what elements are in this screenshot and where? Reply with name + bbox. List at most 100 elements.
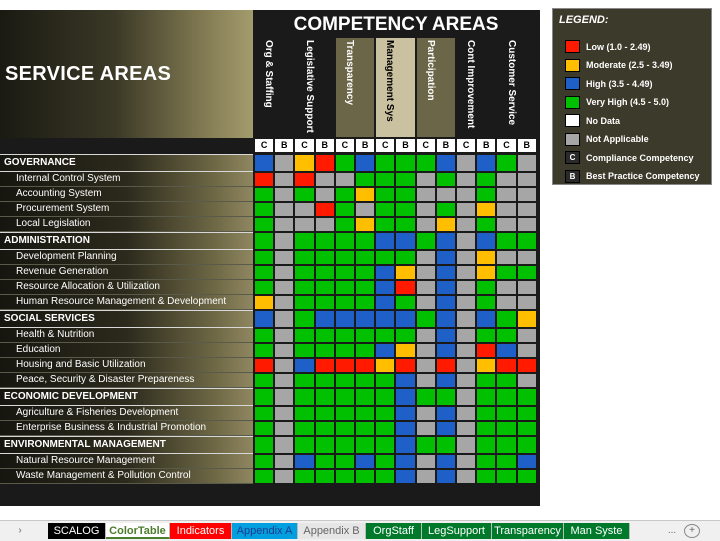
rating-cell[interactable]: [274, 265, 295, 280]
rating-cell[interactable]: [375, 358, 396, 373]
sheet-tab[interactable]: OrgStaff: [366, 523, 422, 539]
rating-cell[interactable]: [415, 202, 436, 217]
rating-cell[interactable]: [456, 202, 477, 217]
rating-cell[interactable]: [375, 187, 396, 202]
rating-cell[interactable]: [395, 280, 416, 295]
rating-cell[interactable]: [254, 406, 275, 421]
rating-cell[interactable]: [476, 154, 497, 172]
rating-cell[interactable]: [355, 202, 376, 217]
rating-cell[interactable]: [334, 388, 355, 406]
rating-cell[interactable]: [415, 436, 436, 454]
more-tabs-button[interactable]: ...: [666, 523, 678, 539]
rating-cell[interactable]: [476, 469, 497, 484]
rating-cell[interactable]: [516, 187, 537, 202]
rating-cell[interactable]: [334, 187, 355, 202]
rating-cell[interactable]: [456, 265, 477, 280]
rating-cell[interactable]: [274, 310, 295, 328]
rating-cell[interactable]: [294, 172, 315, 187]
rating-cell[interactable]: [314, 421, 335, 436]
rating-cell[interactable]: [395, 436, 416, 454]
rating-cell[interactable]: [314, 436, 335, 454]
rating-cell[interactable]: [274, 358, 295, 373]
rating-cell[interactable]: [415, 232, 436, 250]
rating-cell[interactable]: [355, 280, 376, 295]
rating-cell[interactable]: [375, 154, 396, 172]
rating-cell[interactable]: [516, 436, 537, 454]
rating-cell[interactable]: [274, 202, 295, 217]
tab-scroll-next-icon[interactable]: ›: [14, 523, 26, 539]
rating-cell[interactable]: [294, 202, 315, 217]
rating-cell[interactable]: [274, 217, 295, 232]
rating-cell[interactable]: [274, 187, 295, 202]
rating-cell[interactable]: [415, 154, 436, 172]
rating-cell[interactable]: [496, 388, 517, 406]
rating-cell[interactable]: [334, 250, 355, 265]
rating-cell[interactable]: [395, 388, 416, 406]
rating-cell[interactable]: [314, 280, 335, 295]
rating-cell[interactable]: [375, 388, 396, 406]
rating-cell[interactable]: [496, 358, 517, 373]
rating-cell[interactable]: [254, 154, 275, 172]
rating-cell[interactable]: [415, 310, 436, 328]
rating-cell[interactable]: [375, 328, 396, 343]
rating-cell[interactable]: [334, 469, 355, 484]
rating-cell[interactable]: [415, 358, 436, 373]
rating-cell[interactable]: [254, 358, 275, 373]
rating-cell[interactable]: [274, 343, 295, 358]
sheet-tab[interactable]: Appendix B: [298, 523, 366, 539]
rating-cell[interactable]: [314, 358, 335, 373]
rating-cell[interactable]: [496, 373, 517, 388]
rating-cell[interactable]: [355, 154, 376, 172]
rating-cell[interactable]: [456, 421, 477, 436]
rating-cell[interactable]: [294, 187, 315, 202]
rating-cell[interactable]: [274, 172, 295, 187]
rating-cell[interactable]: [516, 406, 537, 421]
rating-cell[interactable]: [476, 358, 497, 373]
rating-cell[interactable]: [395, 469, 416, 484]
rating-cell[interactable]: [435, 436, 456, 454]
rating-cell[interactable]: [456, 172, 477, 187]
rating-cell[interactable]: [334, 172, 355, 187]
rating-cell[interactable]: [294, 421, 315, 436]
rating-cell[interactable]: [314, 172, 335, 187]
rating-cell[interactable]: [355, 388, 376, 406]
rating-cell[interactable]: [355, 343, 376, 358]
rating-cell[interactable]: [435, 232, 456, 250]
rating-cell[interactable]: [355, 187, 376, 202]
rating-cell[interactable]: [355, 454, 376, 469]
rating-cell[interactable]: [435, 454, 456, 469]
rating-cell[interactable]: [476, 454, 497, 469]
rating-cell[interactable]: [456, 154, 477, 172]
rating-cell[interactable]: [476, 202, 497, 217]
rating-cell[interactable]: [274, 454, 295, 469]
rating-cell[interactable]: [516, 454, 537, 469]
rating-cell[interactable]: [496, 310, 517, 328]
rating-cell[interactable]: [375, 280, 396, 295]
rating-cell[interactable]: [274, 406, 295, 421]
rating-cell[interactable]: [274, 154, 295, 172]
rating-cell[interactable]: [314, 406, 335, 421]
rating-cell[interactable]: [476, 328, 497, 343]
rating-cell[interactable]: [456, 295, 477, 310]
rating-cell[interactable]: [334, 232, 355, 250]
rating-cell[interactable]: [254, 217, 275, 232]
rating-cell[interactable]: [375, 232, 396, 250]
rating-cell[interactable]: [395, 265, 416, 280]
rating-cell[interactable]: [516, 172, 537, 187]
rating-cell[interactable]: [415, 421, 436, 436]
rating-cell[interactable]: [254, 202, 275, 217]
rating-cell[interactable]: [274, 280, 295, 295]
rating-cell[interactable]: [516, 328, 537, 343]
rating-cell[interactable]: [395, 406, 416, 421]
rating-cell[interactable]: [476, 295, 497, 310]
rating-cell[interactable]: [395, 217, 416, 232]
rating-cell[interactable]: [476, 388, 497, 406]
rating-cell[interactable]: [435, 343, 456, 358]
rating-cell[interactable]: [355, 172, 376, 187]
rating-cell[interactable]: [294, 406, 315, 421]
rating-cell[interactable]: [456, 187, 477, 202]
rating-cell[interactable]: [395, 358, 416, 373]
rating-cell[interactable]: [476, 217, 497, 232]
rating-cell[interactable]: [294, 343, 315, 358]
sheet-tab[interactable]: Indicators: [170, 523, 232, 539]
